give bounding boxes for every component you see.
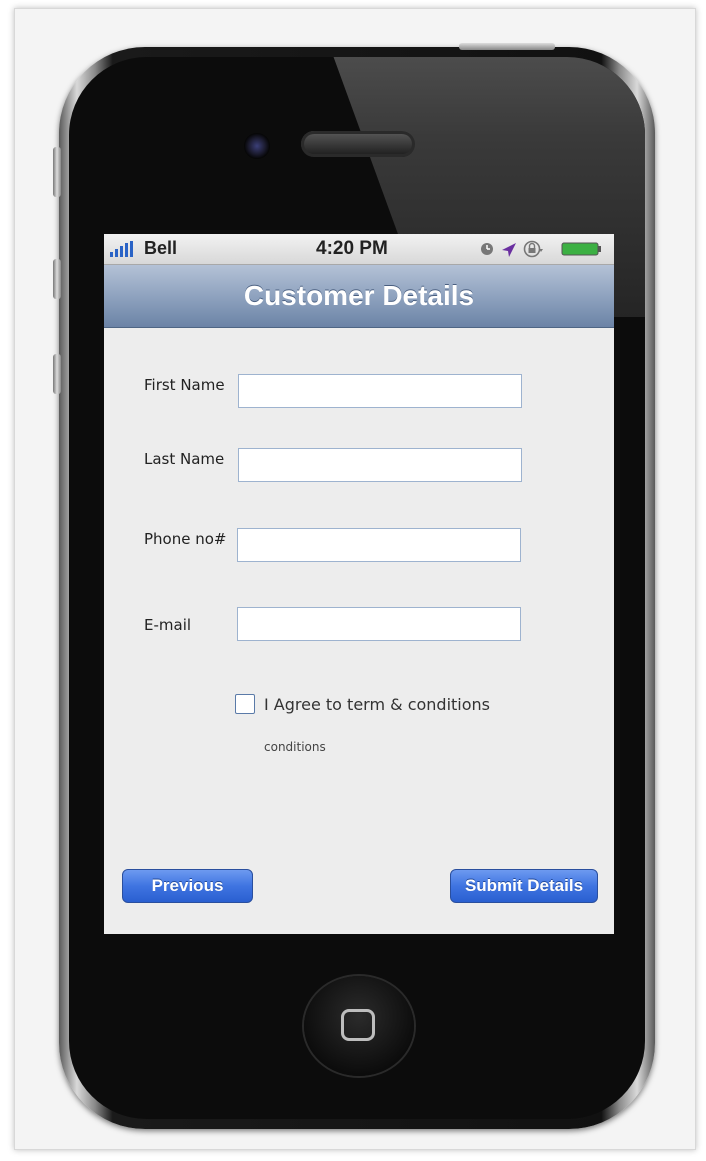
email-label: E-mail <box>144 616 192 634</box>
volume-up-button <box>53 259 61 299</box>
navigation-bar: Customer Details <box>104 265 614 328</box>
previous-button[interactable]: Previous <box>122 869 253 903</box>
home-square-icon <box>341 1009 375 1041</box>
mute-switch <box>53 147 61 197</box>
mockup-frame: Bell 4:20 PM Customer Details First Name… <box>14 8 696 1150</box>
power-button <box>459 43 555 50</box>
agree-checkbox[interactable] <box>235 694 255 714</box>
first-name-field[interactable] <box>238 374 522 408</box>
battery-icon <box>561 242 601 256</box>
clock-icon <box>481 243 493 255</box>
phone-label: Phone no# <box>144 530 227 548</box>
first-name-label: First Name <box>144 376 225 394</box>
home-button[interactable] <box>304 976 414 1076</box>
agree-label: I Agree to term & conditions <box>264 695 491 714</box>
status-time: 4:20 PM <box>316 238 388 259</box>
last-name-label: Last Name <box>144 450 225 468</box>
email-field[interactable] <box>237 607 521 641</box>
location-arrow-icon <box>502 243 516 257</box>
status-bar: Bell 4:20 PM <box>104 234 614 265</box>
phone-screen: Bell 4:20 PM Customer Details First Name… <box>104 234 614 934</box>
front-camera <box>244 133 270 159</box>
last-name-field[interactable] <box>238 448 522 482</box>
page-title: Customer Details <box>243 280 475 311</box>
status-icons <box>481 240 601 258</box>
volume-down-button <box>53 354 61 394</box>
earpiece-speaker <box>301 131 415 157</box>
submit-details-button[interactable]: Submit Details <box>450 869 598 903</box>
carrier-name: Bell <box>144 238 178 258</box>
orientation-lock-icon <box>523 240 543 258</box>
agree-sublabel: conditions <box>264 740 326 754</box>
phone-field[interactable] <box>237 528 521 562</box>
